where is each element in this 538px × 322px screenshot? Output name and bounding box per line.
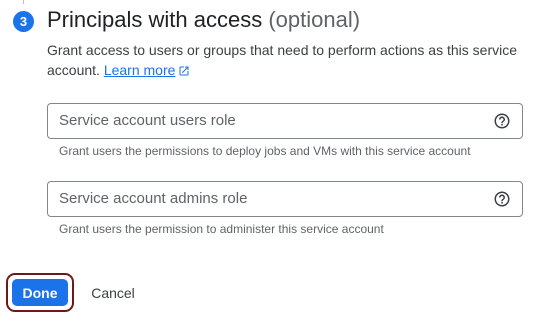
step-number-badge: 3 — [13, 11, 34, 32]
principals-section: 3 Principals with access (optional) Gran… — [0, 0, 538, 322]
admins-role-hint: Grant users the permission to administer… — [59, 222, 384, 236]
section-title-text: Principals with access — [47, 7, 263, 32]
done-button-focus-ring: Done — [6, 273, 74, 312]
section-title: Principals with access (optional) — [47, 5, 360, 35]
done-button[interactable]: Done — [12, 279, 68, 306]
admins-role-placeholder: Service account admins role — [59, 190, 248, 207]
step-number: 3 — [19, 14, 28, 29]
learn-more-link[interactable]: Learn more — [104, 62, 176, 78]
cancel-button[interactable]: Cancel — [83, 278, 143, 308]
users-role-hint: Grant users the permissions to deploy jo… — [59, 144, 471, 158]
stepper-connector — [23, 0, 24, 4]
open-in-new-icon — [178, 62, 190, 82]
admins-role-field[interactable]: Service account admins role — [47, 181, 523, 217]
help-circle-icon[interactable] — [493, 112, 511, 130]
help-circle-icon[interactable] — [493, 190, 511, 208]
users-role-placeholder: Service account users role — [59, 112, 236, 129]
section-description: Grant access to users or groups that nee… — [47, 40, 517, 82]
learn-more-label: Learn more — [103, 62, 176, 78]
users-role-field[interactable]: Service account users role — [47, 103, 523, 139]
section-title-optional: (optional) — [268, 7, 361, 32]
